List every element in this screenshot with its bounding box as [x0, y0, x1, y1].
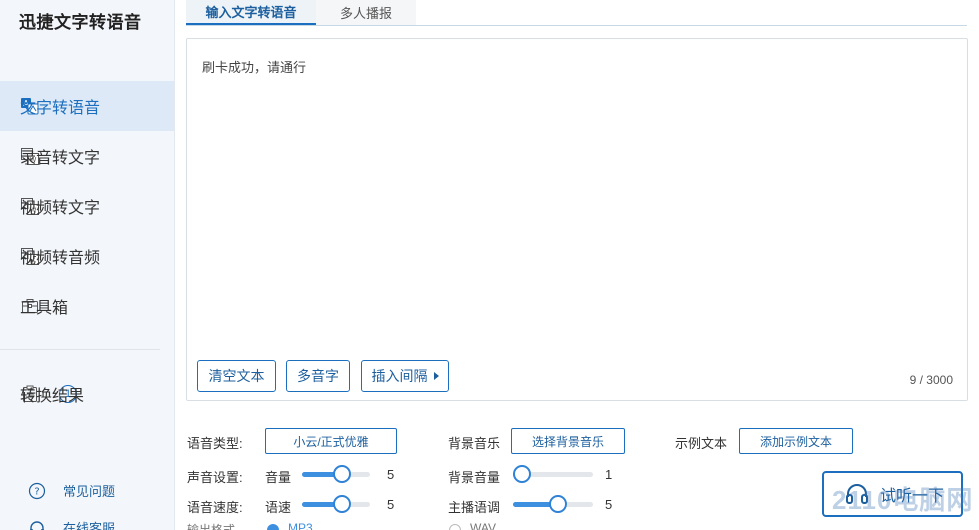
support-label: 在线客服: [63, 521, 116, 530]
format-wav-radio[interactable]: [449, 524, 461, 530]
voice-type-label: 语音类型:: [187, 436, 243, 451]
volume-value: 5: [387, 467, 395, 482]
help-icon: ?: [28, 482, 46, 500]
tab-multi-speaker[interactable]: 多人播报: [316, 0, 416, 25]
tab-bar: 输入文字转语音 多人播报: [186, 0, 967, 26]
volume-label: 音量: [265, 470, 292, 485]
sidebar-item-results[interactable]: 转换结果 1: [0, 369, 174, 419]
sidebar-item-video-to-audio[interactable]: 视频转音频: [0, 231, 174, 281]
sidebar-item-recording-to-text[interactable]: W 录音转文字: [0, 131, 174, 181]
clear-text-button[interactable]: 清空文本: [197, 360, 276, 392]
bg-music-label: 背景音乐: [448, 436, 501, 451]
pitch-value: 5: [605, 497, 613, 512]
format-mp3-radio[interactable]: [267, 524, 279, 530]
app-title: 迅捷文字转语音: [19, 13, 142, 32]
help-label: 常见问题: [63, 484, 116, 499]
speed-sub-label: 语速: [265, 500, 292, 515]
help-link[interactable]: ? 常见问题: [28, 481, 115, 500]
play-triangle-icon: [433, 372, 439, 380]
voice-type-button[interactable]: 小云/正式优雅: [265, 428, 397, 454]
add-sample-text-button[interactable]: 添加示例文本: [739, 428, 853, 454]
format-mp3-label: MP3: [288, 521, 313, 530]
sidebar-divider: [0, 349, 160, 350]
bg-volume-slider[interactable]: [513, 465, 593, 483]
slider-knob[interactable]: [549, 495, 567, 513]
sidebar-item-label: 文字转语音: [20, 100, 101, 117]
select-bg-music-button[interactable]: 选择背景音乐: [511, 428, 625, 454]
bg-volume-value: 1: [605, 467, 613, 482]
sidebar-item-text-to-speech[interactable]: A 文字转语音: [0, 81, 174, 131]
sidebar-item-label: 工具箱: [20, 300, 69, 317]
tab-text-to-speech[interactable]: 输入文字转语音: [186, 0, 316, 25]
slider-knob[interactable]: [333, 465, 351, 483]
pitch-slider[interactable]: [513, 495, 593, 513]
sample-text-label: 示例文本: [675, 436, 728, 451]
text-editor[interactable]: 刷卡成功，请通行 清空文本 多音字 插入间隔 9 / 3000: [186, 38, 968, 401]
insert-pause-button[interactable]: 插入间隔: [361, 360, 449, 392]
polyphone-button[interactable]: 多音字: [286, 360, 350, 392]
insert-pause-label: 插入间隔: [371, 368, 428, 384]
slider-knob[interactable]: [513, 465, 531, 483]
sidebar-item-label: 视频转音频: [20, 250, 101, 267]
sidebar: 迅捷文字转语音 A 文字转语音 W 录音转文字 W 视频转文字 视频转音频 工具…: [0, 0, 175, 530]
sidebar-item-label: 转换结果: [20, 388, 85, 405]
speed-label: 语音速度:: [187, 500, 243, 515]
output-format-label: 输出格式: [187, 523, 236, 530]
support-link[interactable]: 在线客服: [28, 518, 115, 530]
svg-text:?: ?: [34, 486, 39, 497]
headset-icon: [28, 519, 46, 530]
format-wav-label: WAV: [470, 521, 496, 530]
sidebar-item-label: 视频转文字: [20, 200, 101, 217]
editor-text[interactable]: 刷卡成功，请通行: [202, 57, 306, 76]
pitch-label: 主播语调: [448, 500, 501, 515]
sidebar-item-toolbox[interactable]: 工具箱: [0, 281, 174, 331]
char-counter: 9 / 3000: [909, 373, 953, 387]
sidebar-item-video-to-text[interactable]: W 视频转文字: [0, 181, 174, 231]
volume-slider[interactable]: [302, 465, 370, 483]
sound-settings-label: 声音设置:: [187, 470, 243, 485]
speed-slider[interactable]: [302, 495, 370, 513]
watermark: 2110电脑网: [832, 485, 974, 515]
app-window: 迅捷文字转语音 A 文字转语音 W 录音转文字 W 视频转文字 视频转音频 工具…: [0, 0, 979, 530]
speed-value: 5: [387, 497, 395, 512]
bg-volume-label: 背景音量: [448, 470, 501, 485]
slider-knob[interactable]: [333, 495, 351, 513]
sidebar-item-label: 录音转文字: [20, 150, 101, 167]
